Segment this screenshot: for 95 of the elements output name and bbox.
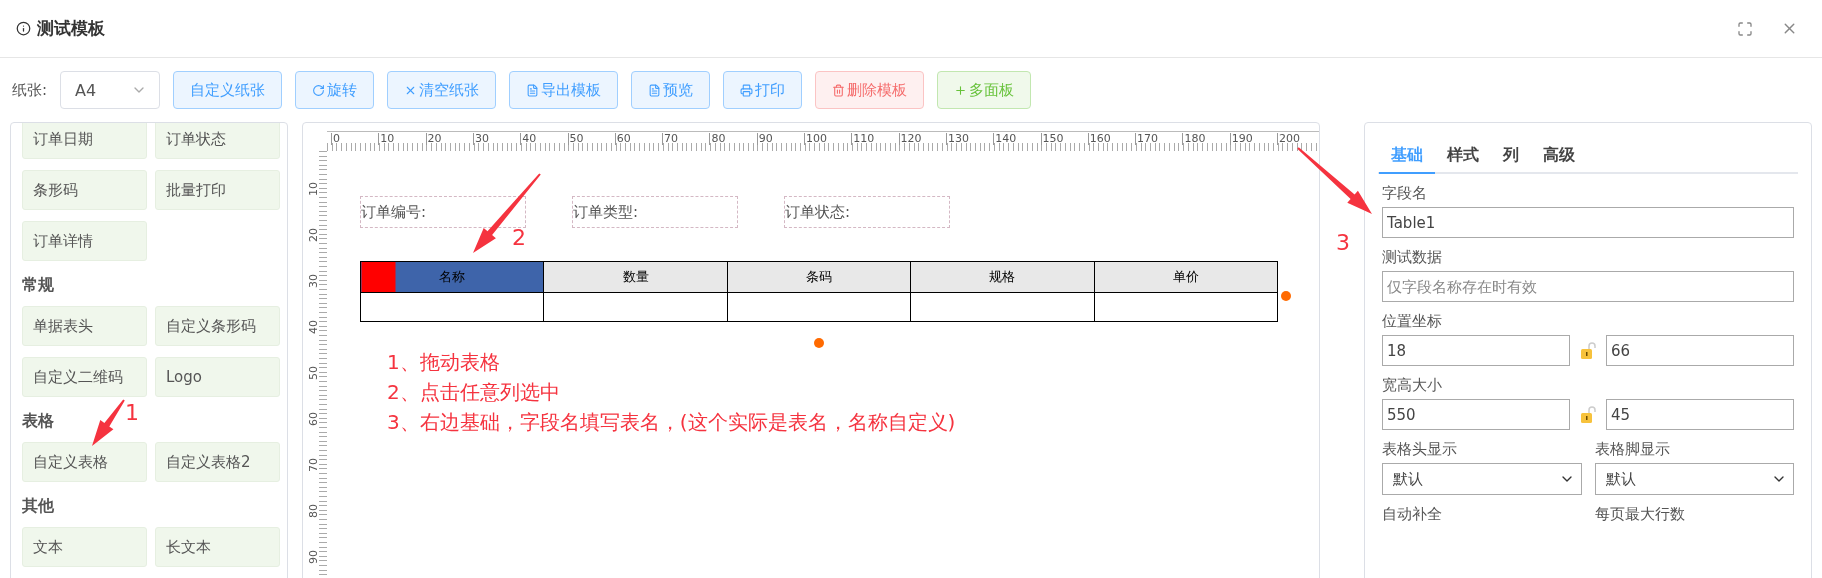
- annotation-number: 1: [125, 400, 139, 425]
- table-header-cell[interactable]: 数量: [543, 261, 728, 293]
- ruler-label: 190: [1229, 133, 1253, 145]
- position-y-input[interactable]: 66: [1606, 335, 1794, 366]
- annotation-number: 3: [1336, 230, 1350, 255]
- plus-icon: [954, 83, 968, 97]
- test-data-input[interactable]: 仅字段名称存在时有效: [1382, 271, 1794, 302]
- palette-item[interactable]: 批量打印: [155, 170, 280, 210]
- printer-icon: [740, 83, 754, 97]
- properties-tab[interactable]: 样式: [1435, 145, 1491, 174]
- field-label: 每页最大行数: [1594, 505, 1686, 523]
- palette-item[interactable]: 订单状态: [155, 123, 280, 159]
- ruler-label: 20: [308, 228, 320, 242]
- palette-item[interactable]: 自定义二维码: [22, 357, 147, 397]
- ruler-label: 200: [1277, 133, 1300, 145]
- properties-tab[interactable]: 列: [1491, 145, 1531, 174]
- text-field-element[interactable]: 订单状态:: [784, 196, 950, 228]
- info-icon: [16, 21, 31, 36]
- trash-icon: [832, 83, 846, 97]
- instruction-text: 1、拖动表格: [387, 349, 501, 376]
- ruler-label: 10: [378, 133, 395, 145]
- window-title: 测试模板: [37, 17, 105, 40]
- table-header-cell[interactable]: 单价: [1094, 261, 1278, 293]
- properties-tab[interactable]: 高级: [1531, 145, 1587, 174]
- ruler-label: 30: [308, 274, 320, 288]
- ruler-label: 80: [709, 133, 726, 145]
- ruler-label: 100: [804, 133, 827, 145]
- ruler-label: 140: [993, 133, 1017, 145]
- padlock-icon[interactable]: [1580, 341, 1596, 360]
- document-icon: [648, 83, 662, 97]
- footer-display-select[interactable]: 默认: [1594, 463, 1794, 495]
- ruler-label: 160: [1087, 133, 1111, 145]
- document-icon: [526, 83, 540, 97]
- instruction-text: 2、点击任意列选中: [387, 379, 561, 406]
- ruler-label: 60: [308, 412, 320, 426]
- ruler-label: 80: [308, 504, 320, 518]
- resize-handle[interactable]: [1281, 291, 1291, 301]
- palette-item[interactable]: Logo: [155, 357, 280, 397]
- ruler-label: 20: [425, 133, 442, 145]
- ruler-label: 90: [756, 133, 773, 145]
- ruler-label: 120: [898, 133, 922, 145]
- ruler-label: 70: [308, 458, 320, 472]
- ruler-label: 110: [851, 133, 875, 145]
- table-header-cell[interactable]: 条码: [727, 261, 911, 293]
- ruler-label: 170: [1135, 133, 1159, 145]
- field-label: 宽高大小: [1382, 376, 1443, 394]
- ruler-label: 130: [945, 133, 969, 145]
- field-name-input[interactable]: Table1: [1382, 207, 1794, 238]
- width-input[interactable]: 550: [1382, 399, 1570, 430]
- ruler-label: 40: [308, 320, 320, 334]
- text-field-element[interactable]: 订单类型:: [572, 196, 738, 228]
- palette-item[interactable]: 自定义条形码: [155, 306, 280, 346]
- palette-item[interactable]: 单据表头: [22, 306, 147, 346]
- instruction-text: 3、右边基础，字段名填写表名，(这个实际是表名，名称自定义): [387, 409, 956, 436]
- height-input[interactable]: 45: [1606, 399, 1794, 430]
- palette-item[interactable]: 文本: [22, 527, 147, 567]
- ruler-label: 40: [520, 133, 537, 145]
- ruler-label: 150: [1040, 133, 1064, 145]
- palette-item[interactable]: 长文本: [155, 527, 280, 567]
- field-label: 字段名: [1382, 184, 1428, 202]
- annotation-arrow: [92, 399, 125, 446]
- table-header-cell[interactable]: 名称: [360, 261, 544, 293]
- ruler-label: 60: [614, 133, 631, 145]
- ruler-label: 0: [331, 133, 340, 145]
- ruler-label: 90: [308, 550, 320, 564]
- ruler-label: 50: [308, 366, 320, 380]
- palette-item[interactable]: 条形码: [22, 170, 147, 210]
- header-display-select[interactable]: 默认: [1382, 463, 1582, 495]
- ruler-label: 50: [567, 133, 584, 145]
- palette-item[interactable]: 订单日期: [22, 123, 147, 159]
- paper-select[interactable]: A4: [60, 71, 161, 109]
- ruler-label: 180: [1182, 133, 1206, 145]
- field-label: 表格脚显示: [1594, 440, 1671, 458]
- table-element[interactable]: 名称 数量 条码 规格 单价: [360, 261, 1278, 322]
- resize-handle[interactable]: [814, 338, 824, 348]
- field-label: 测试数据: [1382, 248, 1443, 266]
- ruler-label: 70: [662, 133, 679, 145]
- annotation-number: 2: [512, 225, 526, 250]
- palette-item[interactable]: 订单详情: [22, 221, 147, 261]
- ruler-label: 10: [308, 182, 320, 196]
- field-label: 位置坐标: [1382, 312, 1443, 330]
- fullscreen-icon[interactable]: [1737, 20, 1753, 37]
- group-heading: 表格: [22, 411, 54, 430]
- field-label: 表格头显示: [1382, 440, 1458, 458]
- group-heading: 其他: [22, 496, 54, 515]
- field-label: 自动补全: [1382, 505, 1443, 523]
- padlock-icon[interactable]: [1580, 405, 1596, 424]
- palette-item[interactable]: 自定义表格: [22, 442, 147, 482]
- rotate-icon: [312, 83, 326, 97]
- group-heading: 常规: [22, 275, 54, 294]
- table-header-cell[interactable]: 规格: [910, 261, 1095, 293]
- ruler-label: 30: [472, 133, 489, 145]
- palette-item[interactable]: 自定义表格2: [155, 442, 280, 482]
- position-x-input[interactable]: 18: [1382, 335, 1570, 366]
- paper-label: 纸张:: [12, 80, 48, 100]
